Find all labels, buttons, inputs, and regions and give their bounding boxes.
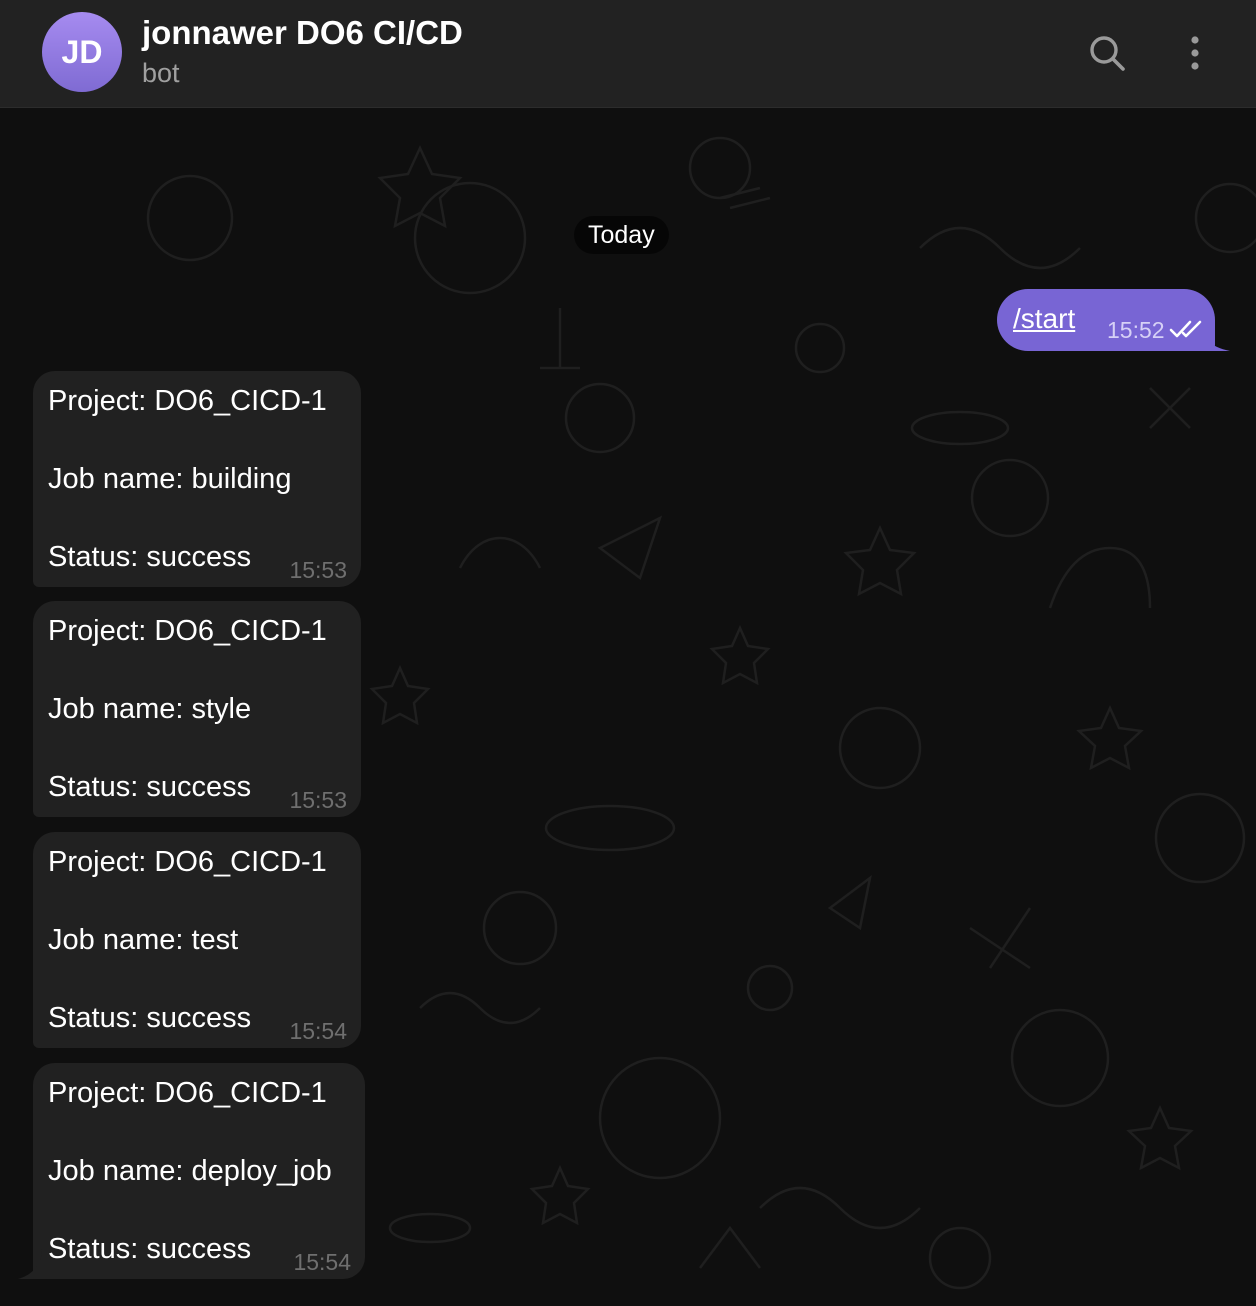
incoming-message[interactable]: Project: DO6_CICD-1 Job name: building S…: [33, 371, 361, 587]
message-job-name: Job name: building: [48, 463, 292, 495]
message-time: 15:54: [293, 1249, 351, 1275]
message-job-name: Job name: test: [48, 924, 239, 956]
message-job-name: Job name: style: [48, 693, 252, 725]
message-status: Status: success: [48, 1233, 252, 1265]
search-button[interactable]: [1080, 26, 1134, 80]
date-separator: Today: [574, 216, 669, 254]
outgoing-bubble-tail: [1200, 321, 1230, 351]
message-time: 15:53: [289, 557, 347, 583]
more-vertical-icon: [1191, 36, 1199, 70]
avatar[interactable]: JD: [42, 12, 122, 92]
message-time: 15:52: [1107, 317, 1165, 343]
incoming-message[interactable]: Project: DO6_CICD-1 Job name: test Statu…: [33, 832, 361, 1048]
chat-subtitle: bot: [142, 58, 180, 88]
bot-command-link[interactable]: /start: [1013, 303, 1075, 335]
chat-header: JD jonnawer DO6 CI/CD bot: [0, 0, 1256, 108]
search-icon: [1090, 36, 1125, 71]
message-project: Project: DO6_CICD-1: [48, 1077, 327, 1109]
outgoing-message[interactable]: /start 15:52: [997, 289, 1215, 351]
double-check-icon: [1169, 320, 1202, 338]
message-status: Status: success: [48, 541, 252, 573]
incoming-bubble-tail: [18, 1249, 42, 1279]
telegram-chat-window: JD jonnawer DO6 CI/CD bot Today /start 1…: [0, 0, 1256, 1306]
message-list[interactable]: Today /start 15:52 Project: DO6_CICD-1 J…: [0, 108, 1256, 1306]
message-time: 15:54: [289, 1018, 347, 1044]
message-project: Project: DO6_CICD-1: [48, 615, 327, 647]
incoming-message[interactable]: Project: DO6_CICD-1 Job name: style Stat…: [33, 601, 361, 817]
message-project: Project: DO6_CICD-1: [48, 385, 327, 417]
more-menu-button[interactable]: [1168, 26, 1222, 80]
chat-title[interactable]: jonnawer DO6 CI/CD: [142, 14, 463, 52]
message-project: Project: DO6_CICD-1: [48, 846, 327, 878]
message-time: 15:53: [289, 787, 347, 813]
message-job-name: Job name: deploy_job: [48, 1155, 332, 1187]
message-status: Status: success: [48, 771, 252, 803]
incoming-message[interactable]: Project: DO6_CICD-1 Job name: deploy_job…: [33, 1063, 365, 1279]
message-status: Status: success: [48, 1002, 252, 1034]
